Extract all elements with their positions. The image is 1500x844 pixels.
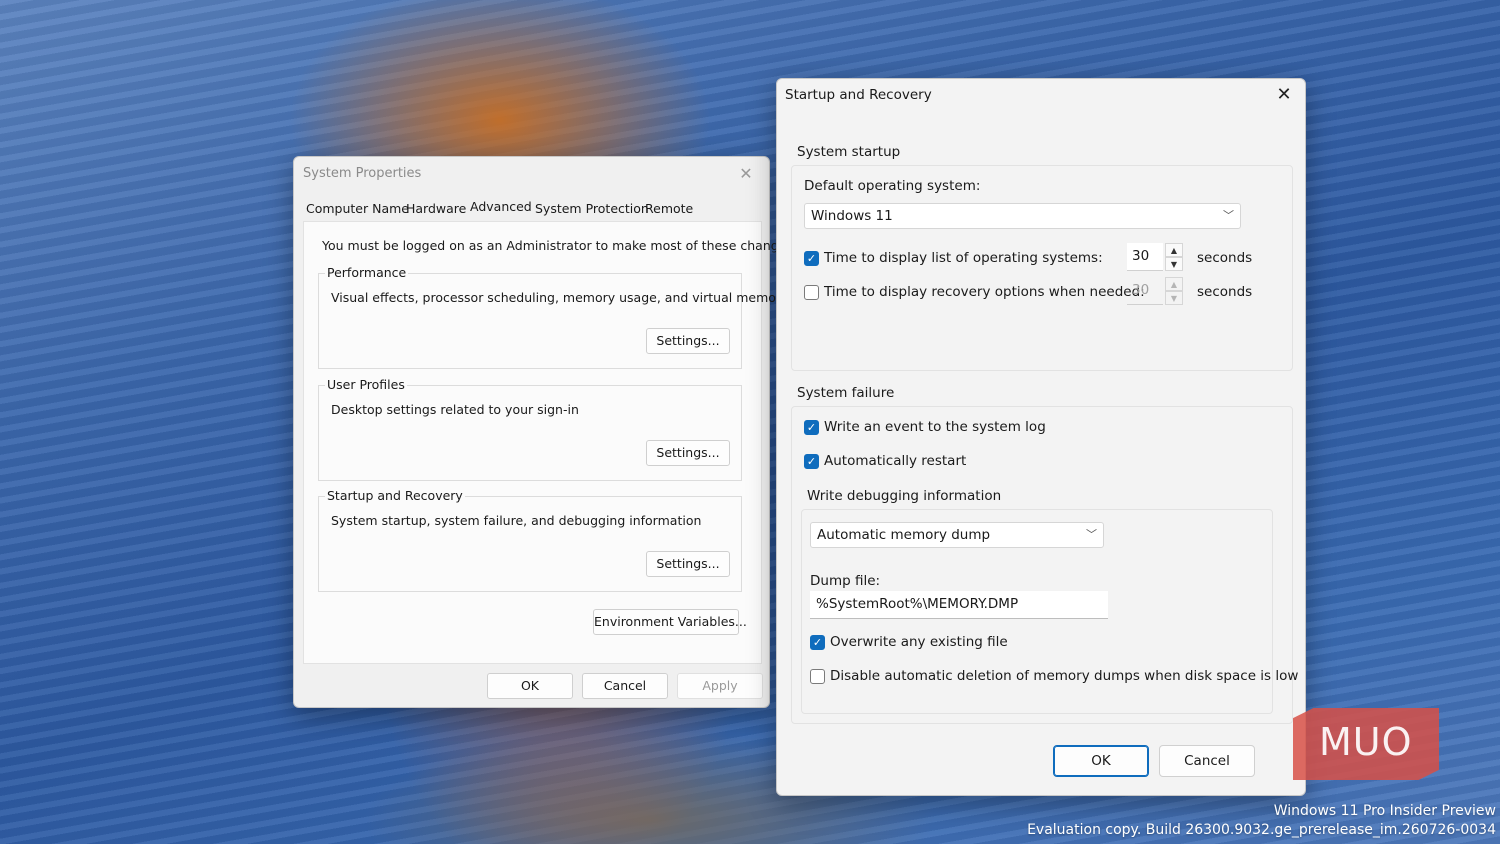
system-properties-window: System Properties ✕ Computer Name Hardwa… <box>293 156 793 708</box>
performance-description: Visual effects, processor scheduling, me… <box>331 290 789 305</box>
overwrite-checkbox[interactable]: ✓ <box>810 635 825 650</box>
default-os-value: Windows 11 <box>811 208 893 224</box>
overwrite-label: Overwrite any existing file <box>830 634 1008 650</box>
startup-recovery-group: Startup and Recovery System startup, sys… <box>318 488 742 592</box>
checkmark-icon: ✓ <box>806 252 817 265</box>
display-recovery-label: Time to display recovery options when ne… <box>824 284 1145 300</box>
watermark-line-1: Windows 11 Pro Insider Preview <box>1273 803 1496 819</box>
performance-legend: Performance <box>325 265 409 280</box>
display-recovery-checkbox[interactable] <box>804 285 819 300</box>
checkmark-icon: ✓ <box>806 421 817 434</box>
spin-up-icon[interactable]: ▲ <box>1165 243 1183 257</box>
startup-recovery-title: Startup and Recovery <box>785 87 932 103</box>
startup-recovery-settings-button[interactable]: Settings... <box>646 551 730 577</box>
admin-note: You must be logged on as an Administrato… <box>322 238 793 253</box>
tab-remote[interactable]: Remote <box>645 201 693 216</box>
overwrite-row[interactable]: ✓ Overwrite any existing file <box>810 634 1010 652</box>
write-event-row[interactable]: ✓ Write an event to the system log <box>804 419 1046 437</box>
dump-type-select[interactable]: Automatic memory dump ﹀ <box>810 522 1104 548</box>
display-list-seconds[interactable]: 30 <box>1127 243 1163 271</box>
performance-settings-button[interactable]: Settings... <box>646 328 730 354</box>
chevron-down-icon: ﹀ <box>1086 528 1097 541</box>
ok-button[interactable]: OK <box>487 673 573 699</box>
close-icon[interactable]: ✕ <box>1269 81 1299 109</box>
tab-computer-name[interactable]: Computer Name <box>306 201 409 216</box>
display-recovery-spinner: 30 ▲ ▼ <box>1127 277 1185 307</box>
muo-logo-text: MUO <box>1319 720 1413 764</box>
auto-restart-checkbox[interactable]: ✓ <box>804 454 819 469</box>
display-recovery-unit: seconds <box>1197 284 1253 300</box>
performance-group: Performance Visual effects, processor sc… <box>318 265 788 369</box>
checkmark-icon: ✓ <box>806 455 817 468</box>
display-recovery-seconds: 30 <box>1127 277 1163 305</box>
system-properties-title: System Properties <box>303 166 422 181</box>
tab-advanced[interactable]: Advanced <box>470 199 532 214</box>
user-profiles-settings-button[interactable]: Settings... <box>646 440 730 466</box>
dump-file-label: Dump file: <box>810 573 881 589</box>
disable-auto-delete-checkbox[interactable] <box>810 669 825 684</box>
system-properties-titlebar[interactable]: System Properties ✕ <box>294 157 769 191</box>
write-event-checkbox[interactable]: ✓ <box>804 420 819 435</box>
display-recovery-row[interactable]: Time to display recovery options when ne… <box>804 284 1145 302</box>
disable-auto-delete-label: Disable automatic deletion of memory dum… <box>830 668 1299 684</box>
startup-recovery-description: System startup, system failure, and debu… <box>331 513 702 528</box>
user-profiles-legend: User Profiles <box>325 377 407 392</box>
system-startup-title: System startup <box>797 144 901 160</box>
close-icon[interactable]: ✕ <box>731 162 761 186</box>
tab-hardware[interactable]: Hardware <box>406 201 466 216</box>
user-profiles-group: User Profiles Desktop settings related t… <box>318 377 742 481</box>
system-failure-title: System failure <box>797 385 895 401</box>
display-list-checkbox[interactable]: ✓ <box>804 251 819 266</box>
user-profiles-description: Desktop settings related to your sign-in <box>331 402 579 417</box>
cancel-button[interactable]: Cancel <box>582 673 668 699</box>
default-os-label: Default operating system: <box>804 178 981 194</box>
advanced-tab-page: You must be logged on as an Administrato… <box>303 221 793 664</box>
display-list-unit: seconds <box>1197 250 1253 266</box>
watermark-line-2: Evaluation copy. Build 26300.9032.ge_pre… <box>1027 822 1496 838</box>
auto-restart-row[interactable]: ✓ Automatically restart <box>804 453 974 471</box>
cancel-button[interactable]: Cancel <box>1159 745 1255 777</box>
system-startup-section <box>791 165 1293 371</box>
chevron-down-icon: ﹀ <box>1223 209 1234 222</box>
default-os-select[interactable]: Windows 11 ﹀ <box>804 203 1241 229</box>
auto-restart-label: Automatically restart <box>824 453 967 469</box>
write-event-label: Write an event to the system log <box>824 419 1046 435</box>
startup-recovery-window: Startup and Recovery ✕ System startup De… <box>776 78 1306 796</box>
muo-logo: MUO <box>1293 708 1439 780</box>
environment-variables-button[interactable]: Environment Variables... <box>593 609 747 635</box>
spin-up-icon: ▲ <box>1165 277 1183 291</box>
dump-type-value: Automatic memory dump <box>817 527 991 543</box>
spin-down-icon[interactable]: ▼ <box>1165 257 1183 271</box>
startup-recovery-legend: Startup and Recovery <box>325 488 465 503</box>
checkmark-icon: ✓ <box>812 636 823 649</box>
spin-down-icon: ▼ <box>1165 291 1183 305</box>
tab-system-protection[interactable]: System Protection <box>535 201 649 216</box>
apply-button[interactable]: Apply <box>677 673 763 699</box>
dump-file-input[interactable]: %SystemRoot%\MEMORY.DMP <box>810 591 1108 619</box>
display-list-spinner[interactable]: 30 ▲ ▼ <box>1127 243 1185 273</box>
display-list-row[interactable]: ✓ Time to display list of operating syst… <box>804 250 1103 268</box>
ok-button[interactable]: OK <box>1053 745 1149 777</box>
disable-auto-delete-row[interactable]: Disable automatic deletion of memory dum… <box>810 668 1298 686</box>
debug-info-title: Write debugging information <box>807 488 1002 504</box>
display-list-label: Time to display list of operating system… <box>824 250 1103 266</box>
